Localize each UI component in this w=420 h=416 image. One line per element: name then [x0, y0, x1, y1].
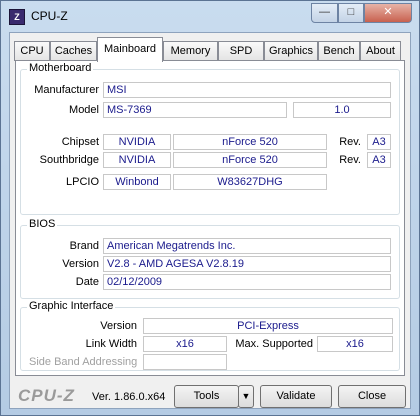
gi-link-width-value: x16 — [143, 336, 227, 352]
close-window-button[interactable]: ✕ — [364, 3, 412, 23]
bios-group: BIOS Brand American Megatrends Inc. Vers… — [20, 218, 400, 299]
gi-version-label: Version — [100, 320, 137, 332]
bios-version-label: Version — [62, 258, 99, 270]
validate-button[interactable]: Validate — [260, 385, 332, 408]
cpuz-window: Z CPU-Z — □ ✕ CPU Caches Mainboard Memor… — [0, 0, 420, 416]
lpcio-vendor-value: Winbond — [103, 174, 171, 190]
tab-spd[interactable]: SPD — [218, 41, 264, 61]
motherboard-group: Motherboard Manufacturer MSI Model MS-73… — [20, 62, 400, 215]
bios-date-value: 02/12/2009 — [103, 274, 391, 290]
minimize-button[interactable]: — — [311, 3, 338, 23]
bios-date-label: Date — [75, 276, 99, 288]
tab-cpu[interactable]: CPU — [14, 41, 50, 61]
tools-dropdown-arrow-icon[interactable]: ▼ — [238, 385, 254, 408]
graphic-interface-group: Graphic Interface Version PCI-Express Li… — [20, 300, 400, 371]
chipset-rev-value: A3 — [367, 134, 391, 150]
southbridge-name-value: nForce 520 — [173, 152, 327, 168]
bios-version-value: V2.8 - AMD AGESA V2.8.19 — [103, 256, 391, 272]
chipset-name-value: nForce 520 — [173, 134, 327, 150]
tab-memory[interactable]: Memory — [163, 41, 218, 61]
chipset-vendor-value: NVIDIA — [103, 134, 171, 150]
cpuz-logo: CPU-Z — [18, 386, 75, 405]
southbridge-rev-value: A3 — [367, 152, 391, 168]
southbridge-rev-label: Rev. — [339, 154, 361, 166]
client-area: CPU Caches Mainboard Memory SPD Graphics… — [9, 32, 411, 409]
graphic-interface-group-title: Graphic Interface — [27, 300, 116, 312]
gi-max-supported-value: x16 — [317, 336, 393, 352]
mainboard-panel: Motherboard Manufacturer MSI Model MS-73… — [15, 60, 405, 376]
tab-bench[interactable]: Bench — [318, 41, 360, 61]
gi-side-band-value — [143, 354, 227, 370]
title-bar[interactable]: Z CPU-Z — □ ✕ — [1, 1, 419, 33]
chipset-label: Chipset — [61, 136, 99, 148]
tab-strip: CPU Caches Mainboard Memory SPD Graphics… — [14, 37, 406, 62]
version-text: Ver. 1.86.0.x64 — [92, 391, 166, 403]
gi-max-supported-label: Max. Supported — [235, 338, 313, 350]
model-revision-value: 1.0 — [293, 102, 391, 118]
gi-link-width-label: Link Width — [85, 338, 137, 350]
tab-about[interactable]: About — [360, 41, 401, 61]
model-label: Model — [69, 104, 99, 116]
bios-group-title: BIOS — [27, 218, 58, 230]
manufacturer-value: MSI — [103, 82, 391, 98]
lpcio-label: LPCIO — [65, 176, 99, 188]
chipset-rev-label: Rev. — [339, 136, 361, 148]
southbridge-label: Southbridge — [39, 154, 99, 166]
gi-version-value: PCI-Express — [143, 318, 393, 334]
lpcio-name-value: W83627DHG — [173, 174, 327, 190]
tools-button[interactable]: Tools — [174, 385, 239, 408]
close-button[interactable]: Close — [338, 385, 406, 408]
manufacturer-label: Manufacturer — [34, 84, 99, 96]
gi-side-band-label: Side Band Addressing — [29, 356, 138, 368]
tab-graphics[interactable]: Graphics — [264, 41, 318, 61]
window-title: CPU-Z — [31, 9, 68, 23]
motherboard-group-title: Motherboard — [27, 62, 94, 74]
bios-brand-label: Brand — [69, 240, 99, 252]
tab-mainboard[interactable]: Mainboard — [97, 37, 163, 62]
bios-brand-value: American Megatrends Inc. — [103, 238, 391, 254]
cpuz-app-icon: Z — [9, 9, 25, 25]
tab-caches[interactable]: Caches — [50, 41, 97, 61]
footer-bar: CPU-Z Ver. 1.86.0.x64 Tools ▼ Validate C… — [10, 378, 410, 408]
model-value: MS-7369 — [103, 102, 287, 118]
southbridge-vendor-value: NVIDIA — [103, 152, 171, 168]
maximize-button[interactable]: □ — [338, 3, 364, 23]
